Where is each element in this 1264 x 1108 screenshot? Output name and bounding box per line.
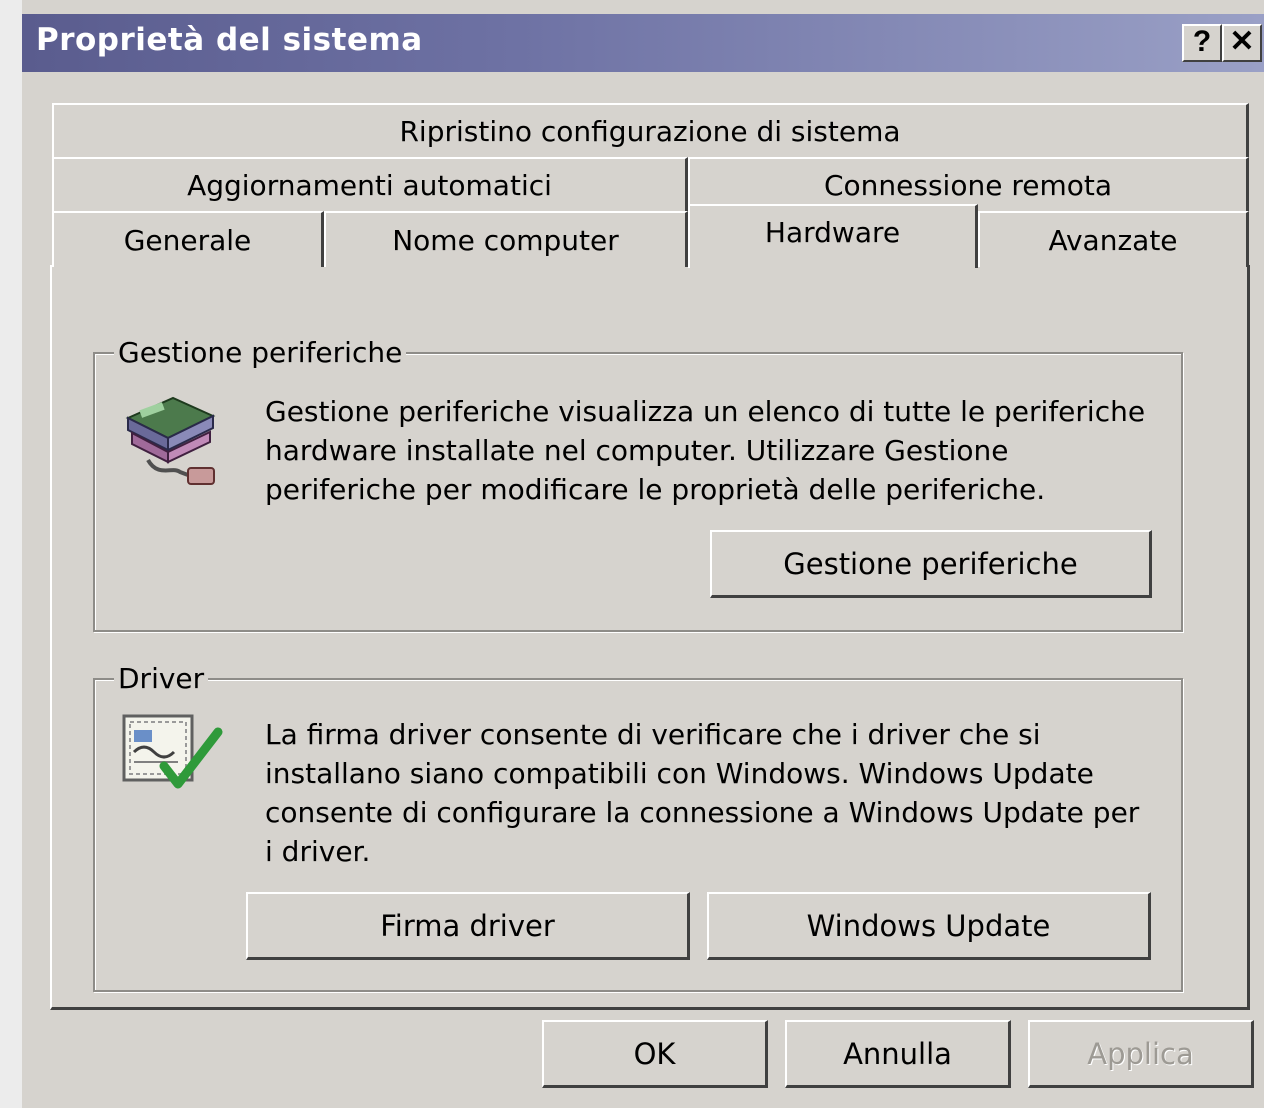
device-manager-icon [125, 396, 216, 485]
device-manager-description: Gestione periferiche visualizza un elenc… [265, 395, 1146, 506]
tab-aggiornamenti[interactable]: Aggiornamenti automatici [52, 157, 688, 211]
windows-update-button[interactable]: Windows Update [707, 892, 1151, 960]
window-title: Proprietà del sistema [36, 22, 423, 58]
help-button[interactable]: ? [1182, 24, 1222, 62]
tab-generale[interactable]: Generale [52, 211, 324, 267]
tab-hardware[interactable]: Hardware [688, 204, 978, 268]
driver-signing-icon [122, 714, 223, 789]
system-properties-window: Proprietà del sistema ? ✕ Ripristino con… [0, 0, 1264, 1108]
tab-nome-computer[interactable]: Nome computer [324, 211, 688, 267]
ok-button[interactable]: OK [542, 1020, 768, 1088]
tab-ripristino[interactable]: Ripristino configurazione di sistema [52, 103, 1249, 157]
cancel-button[interactable]: Annulla [785, 1020, 1011, 1088]
apply-button[interactable]: Applica [1028, 1020, 1254, 1088]
device-manager-group-label: Gestione periferiche [114, 336, 407, 369]
close-button[interactable]: ✕ [1222, 24, 1262, 62]
device-manager-button[interactable]: Gestione periferiche [710, 530, 1152, 598]
driver-signing-button[interactable]: Firma driver [246, 892, 690, 960]
driver-group-label: Driver [114, 662, 209, 695]
title-bar[interactable]: Proprietà del sistema ? ✕ [22, 14, 1264, 72]
driver-description: La firma driver consente di verificare c… [265, 718, 1140, 868]
background-strip [0, 0, 22, 1108]
tab-connessione-remota[interactable]: Connessione remota [688, 157, 1249, 211]
tab-avanzate[interactable]: Avanzate [978, 211, 1249, 267]
